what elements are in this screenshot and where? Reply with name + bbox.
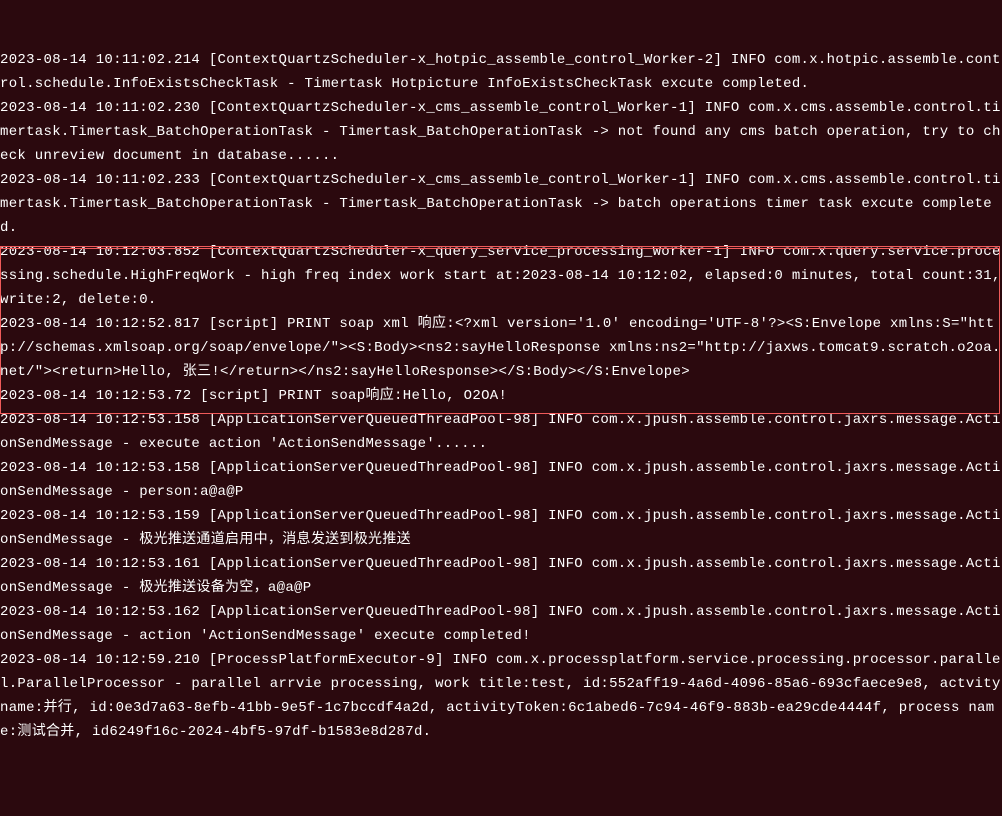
- log-text: 2023-08-14 10:11:02.214 [ContextQuartzSc…: [0, 48, 1002, 744]
- terminal-log-output[interactable]: 2023-08-14 10:11:02.214 [ContextQuartzSc…: [0, 0, 1002, 816]
